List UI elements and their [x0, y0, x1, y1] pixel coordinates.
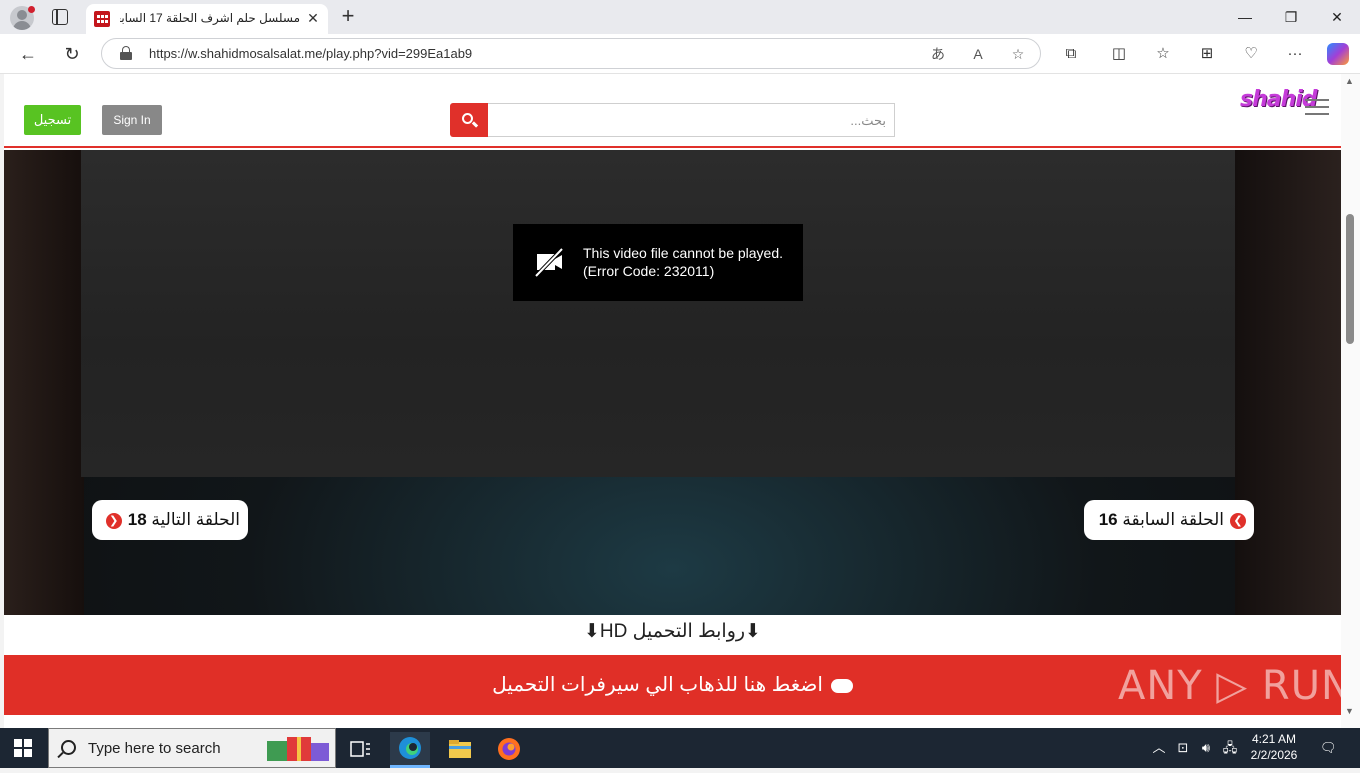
taskbar-search-text: Type here to search	[88, 740, 221, 757]
download-links-heading: ⬇روابط التحميل HD⬇	[584, 621, 761, 642]
next-episode-number: 18	[127, 510, 147, 529]
tray-chevron-up-icon[interactable]: ︿	[1151, 740, 1167, 756]
address-bar[interactable]: https://w.shahidmosalsalat.me/play.php?v…	[101, 38, 1041, 69]
favicon-icon	[94, 11, 110, 27]
copilot-icon[interactable]	[1327, 43, 1349, 65]
task-view-icon[interactable]	[340, 732, 380, 768]
signin-button[interactable]: Sign In	[102, 105, 162, 135]
error-code: (Error Code: 232011)	[583, 263, 715, 279]
cloud-download-icon	[830, 678, 853, 693]
previous-episode-button[interactable]: ❯ الحلقة السابقة 16	[1084, 500, 1254, 540]
minimize-button[interactable]: —	[1230, 6, 1260, 28]
next-episode-label: الحلقة التالية	[151, 510, 240, 529]
search-highlight-gifts-icon	[267, 737, 329, 761]
taskbar-search-box[interactable]: Type here to search	[48, 728, 336, 768]
meet-now-icon[interactable]: ⊡	[1175, 740, 1191, 756]
tab-title: مسلسل حلم اشرف الحلقة 17 السابعة	[120, 11, 300, 25]
collections-icon[interactable]: ⊞	[1196, 43, 1218, 65]
prev-episode-label: الحلقة السابقة	[1122, 510, 1224, 529]
new-tab-button[interactable]: +	[338, 5, 358, 27]
back-arrow-icon[interactable]: ←	[16, 42, 40, 66]
search-input[interactable]	[488, 103, 895, 137]
clock-time: 4:21 AM	[1251, 732, 1297, 746]
refresh-icon[interactable]: ↻	[60, 42, 84, 66]
page-scrollbar[interactable]: ▲ ▼	[1341, 74, 1360, 728]
extensions-icon[interactable]: ⧉	[1060, 43, 1082, 65]
clock-date: 2/2/2026	[1250, 748, 1298, 762]
anyrun-watermark: ANY ▷ RUN	[1118, 663, 1341, 709]
prev-episode-number: 16	[1098, 510, 1118, 529]
windows-start-icon[interactable]	[14, 739, 32, 757]
search-button[interactable]	[450, 103, 488, 137]
chevron-right-icon: ❮	[105, 512, 122, 529]
volume-icon[interactable]: 🔊︎	[1198, 740, 1214, 756]
network-icon[interactable]: 🖧︎	[1222, 740, 1238, 756]
error-message: This video file cannot be played.	[583, 245, 784, 261]
hamburger-menu-icon[interactable]	[1305, 99, 1329, 115]
video-player[interactable]: This video file cannot be played. (Error…	[81, 150, 1235, 477]
scroll-thumb[interactable]	[1346, 214, 1354, 344]
scroll-up-arrow-icon[interactable]: ▲	[1345, 76, 1354, 86]
system-clock[interactable]: 4:21 AM 2/2/2026	[1240, 731, 1308, 763]
windows-taskbar: Type here to search ︿ ⊡ 🔊︎ 🖧︎ 4:21 AM 2/…	[0, 728, 1360, 768]
lock-icon[interactable]	[120, 46, 132, 60]
scroll-down-arrow-icon[interactable]: ▼	[1345, 706, 1354, 716]
favorites-icon[interactable]: ☆	[1152, 43, 1174, 65]
browser-tab[interactable]: مسلسل حلم اشرف الحلقة 17 السابعة ✕	[86, 4, 328, 34]
address-toolbar: ← ↻ https://w.shahidmosalsalat.me/play.p…	[0, 34, 1360, 74]
search-icon	[61, 740, 76, 755]
notifications-icon[interactable]: 🗨︎	[1320, 740, 1337, 756]
tab-actions-icon[interactable]	[52, 9, 68, 25]
performance-icon[interactable]: ♡	[1240, 43, 1262, 65]
split-screen-icon[interactable]: ◫	[1108, 43, 1130, 65]
url-text[interactable]: https://w.shahidmosalsalat.me/play.php?v…	[149, 46, 472, 61]
close-window-button[interactable]: ✕	[1322, 6, 1352, 28]
download-bar-label: اضغط هنا للذهاب الي سيرفرات التحميل	[492, 674, 823, 696]
more-menu-icon[interactable]: ···	[1284, 43, 1306, 65]
tab-close-icon[interactable]: ✕	[304, 9, 322, 27]
video-unavailable-icon	[534, 247, 564, 278]
video-error-box: This video file cannot be played. (Error…	[513, 224, 803, 301]
edge-taskbar-icon[interactable]	[390, 732, 430, 768]
next-episode-button[interactable]: الحلقة التالية 18 ❮	[92, 500, 248, 540]
browser-tab-bar: مسلسل حلم اشرف الحلقة 17 السابعة ✕ + — ❐…	[0, 0, 1360, 34]
web-page: تسجيل Sign In shahid This video file can…	[4, 74, 1341, 728]
firefox-icon[interactable]	[490, 732, 530, 768]
favorite-star-icon[interactable]: ☆	[1008, 44, 1028, 64]
player-section: This video file cannot be played. (Error…	[4, 150, 1341, 615]
restore-button[interactable]: ❐	[1276, 6, 1306, 28]
site-header: تسجيل Sign In shahid	[4, 74, 1341, 148]
chevron-left-icon: ❯	[1230, 512, 1246, 529]
translate-icon[interactable]: あ	[928, 44, 948, 64]
file-explorer-icon[interactable]	[440, 732, 480, 768]
register-button[interactable]: تسجيل	[24, 105, 81, 135]
notification-dot	[28, 6, 35, 13]
read-aloud-icon[interactable]: A	[968, 44, 988, 64]
